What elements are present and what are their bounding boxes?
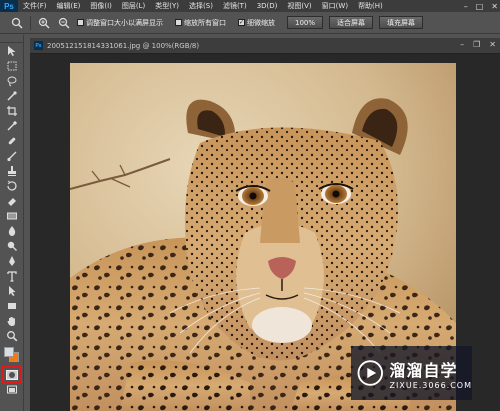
tools-panel (0, 35, 24, 411)
resize-windows-checkbox[interactable]: 调整窗口大小以满屏显示 (77, 18, 163, 28)
checkbox-box[interactable] (77, 19, 84, 26)
fill-screen-button[interactable]: 填充屏幕 (379, 16, 424, 29)
pen-tool-icon[interactable] (0, 253, 24, 268)
dodge-tool-icon[interactable] (0, 238, 24, 253)
checkbox-box-checked[interactable]: ✓ (238, 19, 245, 26)
panel-grip[interactable] (0, 35, 23, 43)
zoom-all-label: 缩放所有窗口 (184, 18, 226, 27)
blur-tool-icon[interactable] (0, 223, 24, 238)
resize-windows-label: 调整窗口大小以满屏显示 (86, 18, 163, 27)
menu-help[interactable]: 帮助(H) (353, 1, 388, 11)
move-tool-icon[interactable] (0, 43, 24, 58)
eraser-icon[interactable] (0, 193, 24, 208)
brush-tool-icon[interactable] (0, 148, 24, 163)
clone-stamp-icon[interactable] (0, 163, 24, 178)
quick-select-icon[interactable] (0, 88, 24, 103)
restore-icon[interactable]: ❐ (473, 40, 480, 49)
watermark-title: 溜溜自学 (389, 360, 458, 380)
gradient-icon[interactable] (0, 208, 24, 223)
shape-tool-icon[interactable] (0, 298, 24, 313)
zoom-all-checkbox[interactable]: 缩放所有窗口 (175, 18, 226, 28)
photoshop-logo: Ps (0, 0, 18, 12)
divider (30, 15, 31, 30)
menu-file[interactable]: 文件(F) (18, 1, 52, 11)
scrubby-zoom-label: 细微缩放 (247, 18, 275, 27)
close-icon[interactable]: ✕ (489, 40, 496, 49)
menu-view[interactable]: 视图(V) (282, 1, 316, 11)
eyedropper-icon[interactable] (0, 118, 24, 133)
close-icon[interactable]: ✕ (491, 2, 498, 11)
watermark-url: ZIXUE.3066.COM (389, 380, 472, 390)
checkbox-box[interactable] (175, 19, 182, 26)
zoom-icon[interactable] (10, 16, 24, 30)
zoom-100-button[interactable]: 100% (287, 16, 324, 29)
play-logo-icon (357, 360, 383, 386)
path-select-icon[interactable] (0, 283, 24, 298)
crop-tool-icon[interactable] (0, 103, 24, 118)
fit-screen-button[interactable]: 适合屏幕 (329, 16, 374, 29)
color-swatches[interactable] (0, 343, 24, 367)
hand-tool-icon[interactable] (0, 313, 24, 328)
history-brush-icon[interactable] (0, 178, 24, 193)
watermark: 溜溜自学 ZIXUE.3066.COM (351, 346, 472, 400)
menu-edit[interactable]: 编辑(E) (52, 1, 86, 11)
menu-3d[interactable]: 3D(D) (252, 2, 283, 10)
zoom-out-icon[interactable] (57, 16, 71, 30)
menu-filter[interactable]: 滤镜(T) (218, 1, 252, 11)
minimize-icon[interactable]: – (464, 2, 468, 11)
menu-window[interactable]: 窗口(W) (317, 1, 353, 11)
quick-mask-button[interactable] (0, 366, 24, 383)
document-tab[interactable]: Ps 2005121518143310​61.jpg @ 100%(RGB/8)… (30, 38, 500, 54)
document-ps-icon: Ps (34, 41, 43, 50)
menu-type[interactable]: 类型(Y) (150, 1, 184, 11)
menu-layer[interactable]: 图层(L) (117, 1, 150, 11)
maximize-icon[interactable]: □ (476, 2, 484, 11)
lasso-tool-icon[interactable] (0, 73, 24, 88)
zoom-in-icon[interactable] (37, 16, 51, 30)
menu-select[interactable]: 选择(S) (184, 1, 218, 11)
zoom-tool-icon[interactable] (0, 328, 24, 343)
minimize-icon[interactable]: – (460, 40, 464, 49)
marquee-tool-icon[interactable] (0, 58, 24, 73)
document-title: 2005121518143310​61.jpg @ 100%(RGB/8) (47, 41, 200, 50)
healing-brush-icon[interactable] (0, 133, 24, 148)
type-tool-icon[interactable] (0, 268, 24, 283)
screen-mode-icon[interactable] (0, 382, 24, 397)
quick-mask-icon[interactable] (2, 366, 22, 383)
options-bar: 调整窗口大小以满屏显示 缩放所有窗口 ✓ 细微缩放 100% 适合屏幕 填充屏幕 (0, 12, 500, 34)
foreground-color-swatch[interactable] (4, 347, 14, 357)
scrubby-zoom-checkbox[interactable]: ✓ 细微缩放 (238, 18, 275, 28)
menu-bar: Ps 文件(F) 编辑(E) 图像(I) 图层(L) 类型(Y) 选择(S) 滤… (0, 0, 500, 12)
menu-image[interactable]: 图像(I) (85, 1, 117, 11)
